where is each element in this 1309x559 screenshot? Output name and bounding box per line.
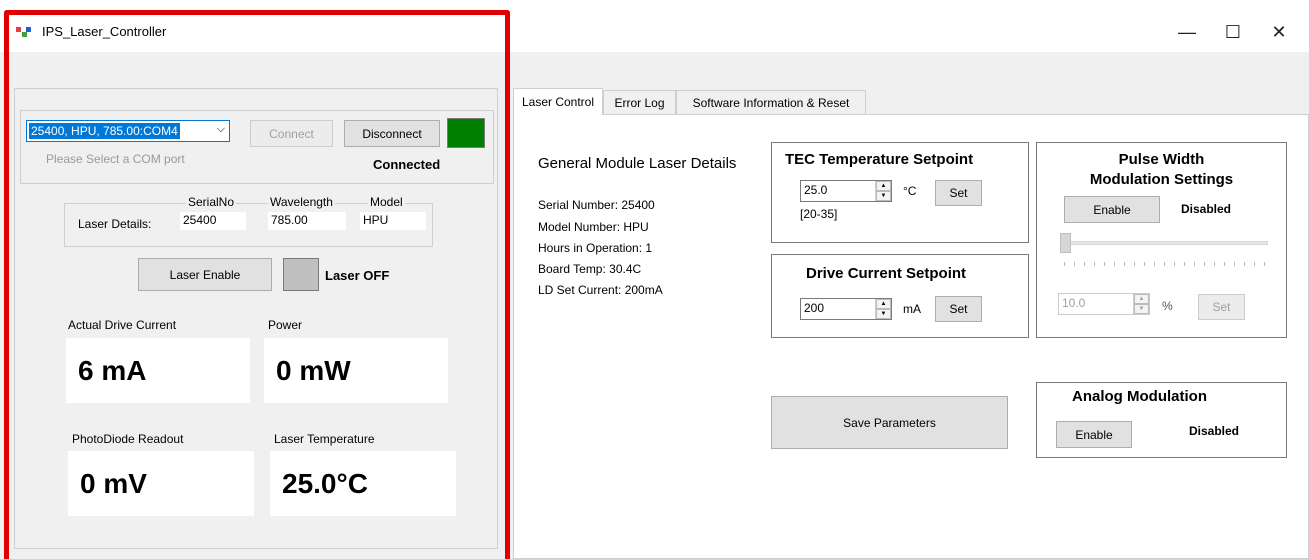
- analog-enable-button[interactable]: Enable: [1056, 421, 1132, 448]
- general-title: General Module Laser Details: [538, 155, 737, 172]
- tec-value[interactable]: 25.0: [801, 181, 875, 201]
- pwm-title-line2: Modulation Settings: [1089, 171, 1234, 188]
- wavelength-value: 785.00: [268, 212, 346, 230]
- tec-range: [20-35]: [800, 207, 838, 221]
- chevron-down-icon: ⌵: [216, 123, 225, 135]
- analog-title: Analog Modulation: [1072, 388, 1207, 405]
- minimize-button[interactable]: —: [1164, 14, 1210, 50]
- spinner-arrows-icon[interactable]: ▲ ▼: [1133, 294, 1149, 314]
- spinner-arrows-icon[interactable]: ▲ ▼: [875, 299, 891, 319]
- window-title: IPS_Laser_Controller: [42, 24, 167, 39]
- pwm-value[interactable]: 10.0: [1059, 294, 1133, 314]
- drive-current-readout: 6 mA: [66, 338, 250, 403]
- disconnect-button[interactable]: Disconnect: [344, 120, 440, 147]
- pwm-unit: %: [1162, 299, 1173, 313]
- general-model: Model Number: HPU: [538, 220, 649, 234]
- title-bar: IPS_Laser_Controller — ☐ ✕: [0, 0, 1309, 52]
- connection-indicator: [447, 118, 485, 148]
- tec-set-button[interactable]: Set: [935, 180, 982, 206]
- connect-button[interactable]: Connect: [250, 120, 333, 147]
- serial-header: SerialNo: [186, 195, 237, 209]
- com-port-select[interactable]: 25400, HPU, 785.00:COM4 ⌵: [26, 120, 230, 142]
- temperature-readout: 25.0°C: [270, 451, 456, 516]
- drive-title: Drive Current Setpoint: [806, 265, 967, 282]
- drive-value[interactable]: 200: [801, 299, 875, 319]
- model-value: HPU: [360, 212, 426, 230]
- tab-software-info[interactable]: Software Information & Reset: [676, 90, 866, 114]
- save-parameters-button[interactable]: Save Parameters: [771, 396, 1008, 449]
- drive-set-button[interactable]: Set: [935, 296, 982, 322]
- tab-error-log[interactable]: Error Log: [603, 90, 676, 114]
- analog-status: Disabled: [1189, 424, 1240, 438]
- model-header: Model: [368, 195, 405, 209]
- app-window: IPS_Laser_Controller — ☐ ✕ 25400, HPU, 7…: [0, 0, 1309, 559]
- drive-current-label: Actual Drive Current: [68, 318, 177, 332]
- tab-laser-control[interactable]: Laser Control: [513, 88, 603, 115]
- maximize-button[interactable]: ☐: [1210, 14, 1256, 50]
- general-board-temp: Board Temp: 30.4C: [538, 262, 642, 276]
- spinner-arrows-icon[interactable]: ▲ ▼: [875, 181, 891, 201]
- connection-status: Connected: [373, 157, 441, 172]
- close-button[interactable]: ✕: [1256, 14, 1302, 50]
- wavelength-header: Wavelength: [268, 195, 335, 209]
- temperature-label: Laser Temperature: [274, 432, 375, 446]
- com-port-selected: 25400, HPU, 785.00:COM4: [29, 123, 180, 139]
- power-readout: 0 mW: [264, 338, 448, 403]
- general-serial: Serial Number: 25400: [538, 198, 655, 212]
- serial-value: 25400: [180, 212, 246, 230]
- general-hours: Hours in Operation: 1: [538, 241, 653, 255]
- drive-spinner[interactable]: 200 ▲ ▼: [800, 298, 892, 320]
- tec-spinner[interactable]: 25.0 ▲ ▼: [800, 180, 892, 202]
- laser-enable-button[interactable]: Laser Enable: [138, 258, 272, 291]
- tec-title: TEC Temperature Setpoint: [785, 151, 974, 168]
- laser-status: Laser OFF: [325, 268, 390, 283]
- pwm-set-button[interactable]: Set: [1198, 294, 1245, 320]
- pwm-enable-button[interactable]: Enable: [1064, 196, 1160, 223]
- com-port-hint: Please Select a COM port: [46, 152, 185, 166]
- pwm-status: Disabled: [1181, 202, 1232, 216]
- photodiode-readout: 0 mV: [68, 451, 254, 516]
- power-label: Power: [268, 318, 303, 332]
- laser-details-label: Laser Details:: [78, 217, 152, 231]
- photodiode-label: PhotoDiode Readout: [72, 432, 184, 446]
- drive-unit: mA: [903, 302, 921, 316]
- pwm-slider-track[interactable]: [1062, 241, 1268, 245]
- laser-indicator: [283, 258, 319, 291]
- general-ld-current: LD Set Current: 200mA: [538, 283, 663, 297]
- pwm-spinner[interactable]: 10.0 ▲ ▼: [1058, 293, 1150, 315]
- app-icon: [16, 27, 32, 37]
- tec-unit: °C: [903, 184, 917, 198]
- pwm-title-line1: Pulse Width: [1118, 151, 1205, 168]
- pwm-slider-thumb[interactable]: [1060, 233, 1071, 253]
- pwm-slider-ticks: [1064, 262, 1266, 266]
